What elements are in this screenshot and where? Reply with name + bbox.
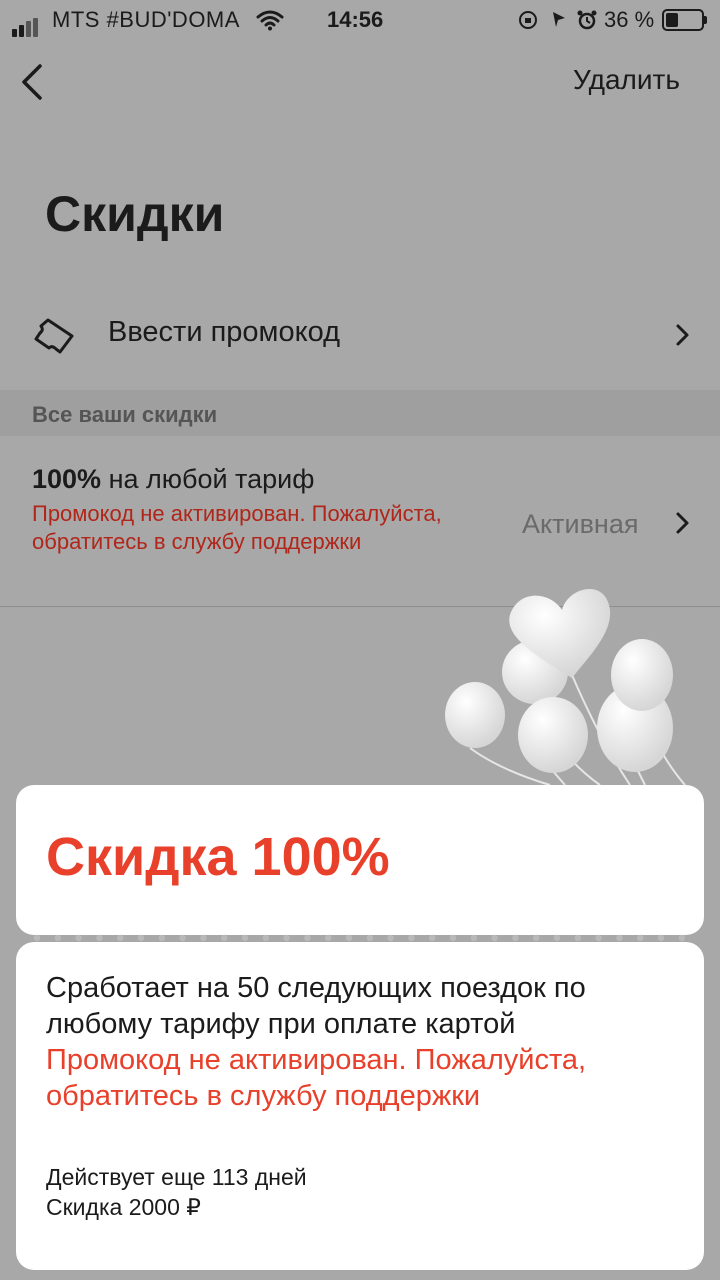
section-label: Все ваши скидки — [32, 402, 218, 427]
chevron-right-icon — [676, 512, 689, 534]
delete-button[interactable]: Удалить — [573, 64, 680, 96]
battery-percent: 36 % — [604, 7, 655, 32]
chevron-right-icon — [676, 324, 689, 346]
status-bar: MTS #BUD'DOMA 14:56 36 % — [0, 0, 720, 40]
carrier-name: MTS #BUD'DOMA — [52, 7, 240, 32]
validity-days: Действует еще 113 дней — [46, 1164, 307, 1190]
alarm-icon — [577, 10, 597, 30]
rotation-lock-icon — [519, 11, 537, 29]
signal-icon — [12, 11, 40, 37]
discount-error-text: Промокод не активирован. Пожалуйста, обр… — [32, 501, 442, 554]
discount-title-text: на любой тариф — [101, 464, 315, 494]
back-button[interactable] — [14, 60, 54, 104]
ticket-icon — [34, 318, 74, 354]
balloons-illustration — [445, 588, 686, 786]
discount-card-description: Сработает на 50 следующих поездок по люб… — [46, 972, 586, 1040]
battery-icon — [662, 9, 707, 31]
discount-status: Активная — [522, 509, 639, 539]
discount-card-title: Скидка 100% — [46, 827, 390, 887]
discount-title: 100% на любой тариф — [32, 464, 314, 495]
discount-card-validity: Действует еще 113 дней Скидка 2000 ₽ — [46, 1162, 307, 1222]
wifi-icon — [256, 10, 284, 31]
discount-amount: Скидка 2000 ₽ — [46, 1194, 201, 1220]
location-icon — [553, 12, 565, 27]
clock: 14:56 — [327, 7, 384, 32]
page-title: Скидки — [45, 186, 225, 242]
enter-promo-label: Ввести промокод — [108, 316, 341, 348]
chevron-left-icon — [22, 64, 42, 100]
status-icons — [519, 10, 597, 30]
discount-title-percent: 100% — [32, 464, 102, 494]
discount-card-error: Промокод не активирован. Пожалуйста, обр… — [46, 1044, 587, 1112]
